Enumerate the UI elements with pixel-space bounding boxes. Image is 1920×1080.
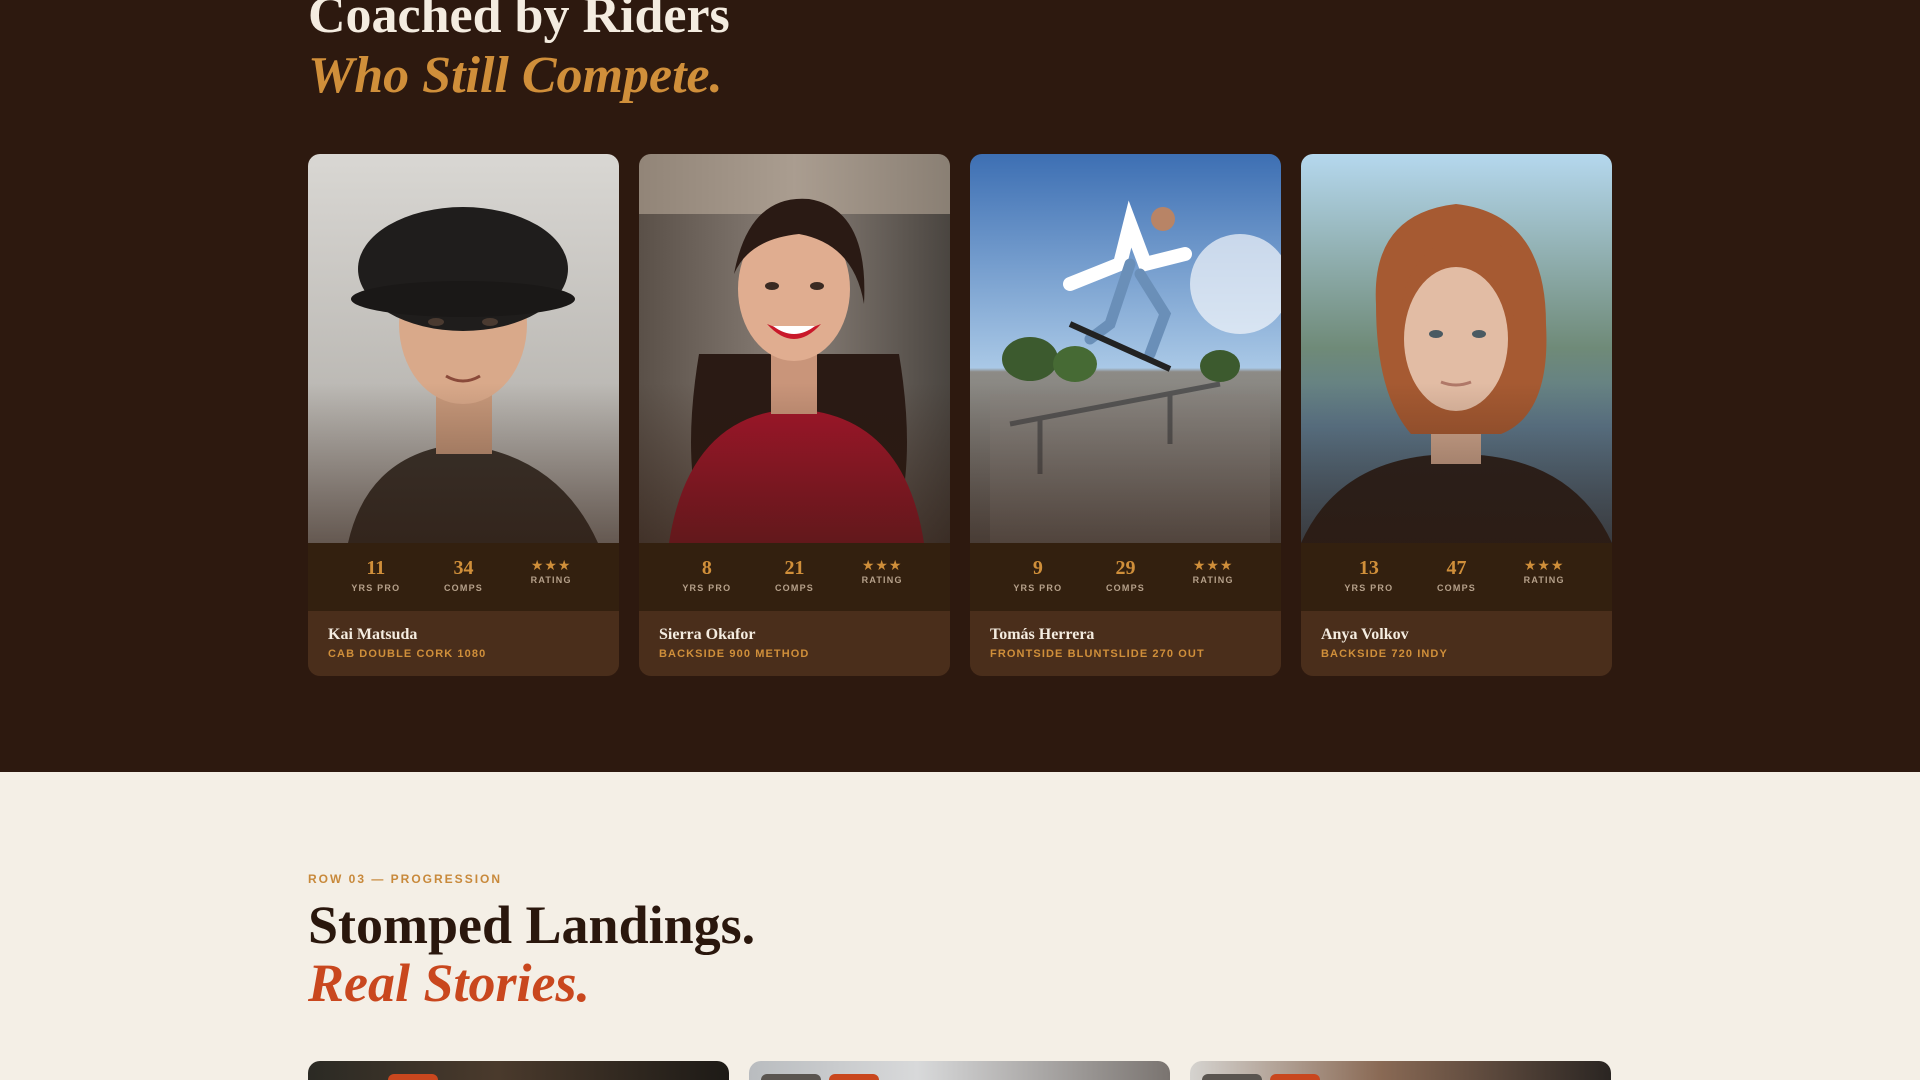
- star-rating-icon: ★★★: [530, 557, 572, 573]
- coach-stats: 11 YRS PRO 34 COMPS ★★★ RATING: [308, 543, 619, 611]
- coach-card-row: 11 YRS PRO 34 COMPS ★★★ RATING Kai Matsu…: [308, 154, 1612, 676]
- coach-name: Tomás Herrera: [990, 626, 1095, 643]
- coach-card[interactable]: 13 YRS PRO 47 COMPS ★★★ RATING Anya Volk…: [1301, 154, 1612, 676]
- stat-rating-label: RATING: [861, 575, 903, 585]
- stat-rating-label: RATING: [1192, 575, 1234, 585]
- stat-rating: ★★★ RATING: [847, 543, 917, 585]
- stat-comps-label: COMPS: [443, 583, 483, 593]
- stat-comps: 21 COMPS: [759, 543, 829, 593]
- stat-comps-value: 29: [1115, 557, 1136, 579]
- coach-nameplate: Tomás Herrera FRONTSIDE BLUNTSLIDE 270 O…: [970, 611, 1281, 676]
- coach-stats: 9 YRS PRO 29 COMPS ★★★ RATING: [970, 543, 1281, 611]
- stat-comps-value: 21: [784, 557, 805, 579]
- stat-years-value: 9: [1032, 557, 1043, 579]
- stat-comps: 29 COMPS: [1090, 543, 1160, 593]
- coach-stats: 13 YRS PRO 47 COMPS ★★★ RATING: [1301, 543, 1612, 611]
- coaches-section: Coached by Riders Who Still Compete. 11 …: [0, 0, 1920, 772]
- coach-signature-trick: BACKSIDE 900 METHOD: [659, 648, 810, 660]
- stat-years-value: 11: [366, 557, 386, 579]
- coaches-heading-line2: Who Still Compete.: [308, 47, 723, 104]
- coach-nameplate: Sierra Okafor BACKSIDE 900 METHOD: [639, 611, 950, 676]
- coach-signature-trick: FRONTSIDE BLUNTSLIDE 270 OUT: [990, 648, 1205, 660]
- coach-name: Sierra Okafor: [659, 626, 756, 643]
- stat-comps-value: 34: [453, 557, 474, 579]
- coaches-heading-line1: Coached by Riders: [308, 0, 730, 44]
- section-eyebrow: ROW 03 — PROGRESSION: [308, 872, 503, 886]
- coach-photo: [639, 154, 950, 543]
- story-tag-chip: [829, 1074, 879, 1080]
- stat-comps-value: 47: [1446, 557, 1467, 579]
- coaches-heading: Coached by Riders Who Still Compete.: [308, 0, 1208, 106]
- coach-photo: [970, 154, 1281, 543]
- story-card-row: [308, 1061, 1612, 1080]
- story-card[interactable]: [1190, 1061, 1611, 1080]
- story-tag-chip: [1270, 1074, 1320, 1080]
- story-card[interactable]: [749, 1061, 1170, 1080]
- stat-comps-label: COMPS: [1105, 583, 1145, 593]
- star-rating-icon: ★★★: [1523, 557, 1565, 573]
- coach-stats: 8 YRS PRO 21 COMPS ★★★ RATING: [639, 543, 950, 611]
- stat-years: 8 YRS PRO: [672, 543, 742, 593]
- stat-rating: ★★★ RATING: [516, 543, 586, 585]
- coach-photo: [1301, 154, 1612, 543]
- stat-years-value: 8: [701, 557, 712, 579]
- story-tag-chip: [388, 1074, 438, 1080]
- coach-nameplate: Anya Volkov BACKSIDE 720 INDY: [1301, 611, 1612, 676]
- stat-comps: 47 COMPS: [1421, 543, 1491, 593]
- stat-rating: ★★★ RATING: [1178, 543, 1248, 585]
- stories-heading-line1: Stomped Landings.: [308, 895, 756, 955]
- coach-card[interactable]: 8 YRS PRO 21 COMPS ★★★ RATING Sierra Oka…: [639, 154, 950, 676]
- star-rating-icon: ★★★: [1192, 557, 1234, 573]
- stat-years-value: 13: [1358, 557, 1379, 579]
- story-tag-chip: [761, 1074, 821, 1080]
- stat-years-label: YRS PRO: [351, 583, 401, 593]
- coach-nameplate: Kai Matsuda CAB DOUBLE CORK 1080: [308, 611, 619, 676]
- stat-years-label: YRS PRO: [682, 583, 732, 593]
- story-tag-chip: [1202, 1074, 1262, 1080]
- stories-heading-line2: Real Stories.: [308, 953, 591, 1013]
- story-card[interactable]: [308, 1061, 729, 1080]
- stat-years: 13 YRS PRO: [1334, 543, 1404, 593]
- stat-years: 11 YRS PRO: [341, 543, 411, 593]
- stat-years-label: YRS PRO: [1013, 583, 1063, 593]
- coach-card[interactable]: 11 YRS PRO 34 COMPS ★★★ RATING Kai Matsu…: [308, 154, 619, 676]
- stat-rating-label: RATING: [530, 575, 572, 585]
- stat-rating: ★★★ RATING: [1509, 543, 1579, 585]
- stat-comps: 34 COMPS: [428, 543, 498, 593]
- stories-heading: Stomped Landings. Real Stories.: [308, 896, 1208, 1012]
- coach-photo: [308, 154, 619, 543]
- coach-signature-trick: BACKSIDE 720 INDY: [1321, 648, 1448, 660]
- coach-signature-trick: CAB DOUBLE CORK 1080: [328, 648, 487, 660]
- stat-years: 9 YRS PRO: [1003, 543, 1073, 593]
- coach-card[interactable]: 9 YRS PRO 29 COMPS ★★★ RATING Tomás Herr…: [970, 154, 1281, 676]
- coach-name: Kai Matsuda: [328, 626, 418, 643]
- star-rating-icon: ★★★: [861, 557, 903, 573]
- stat-rating-label: RATING: [1523, 575, 1565, 585]
- stat-comps-label: COMPS: [774, 583, 814, 593]
- coach-name: Anya Volkov: [1321, 626, 1409, 643]
- stat-comps-label: COMPS: [1436, 583, 1476, 593]
- stat-years-label: YRS PRO: [1344, 583, 1394, 593]
